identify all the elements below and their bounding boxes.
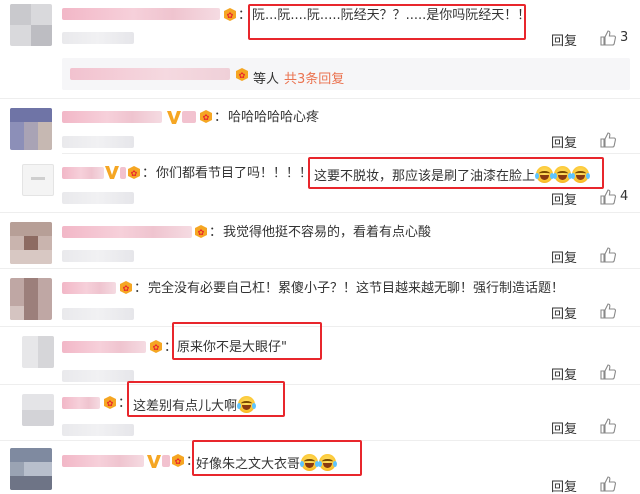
- thumbs-up-icon[interactable]: [600, 189, 616, 205]
- level-icon: ✿: [150, 340, 162, 353]
- like-count: 3: [620, 30, 629, 45]
- timestamp: [62, 250, 134, 262]
- username[interactable]: [62, 226, 192, 238]
- level-icon: ✿: [128, 166, 140, 179]
- reply-button[interactable]: 回复: [551, 30, 577, 49]
- username[interactable]: [62, 455, 144, 467]
- username[interactable]: [62, 397, 100, 409]
- summary-prefix: 等人: [253, 72, 280, 87]
- timestamp: [62, 370, 134, 382]
- view-replies-link[interactable]: 共3条回复: [284, 68, 344, 87]
- verified-badge-icon: [147, 455, 161, 468]
- colon: ：: [209, 225, 223, 240]
- level-icon: ✿: [224, 8, 236, 21]
- level-icon: ✿: [104, 396, 116, 409]
- colon: ：: [142, 166, 156, 181]
- comment-text: 哈哈哈哈哈心疼: [228, 110, 320, 125]
- timestamp: [62, 308, 134, 320]
- highlight-box: [308, 157, 604, 189]
- like-count: 4: [620, 189, 629, 204]
- thumbs-up-icon[interactable]: [600, 364, 616, 380]
- timestamp: [62, 136, 134, 148]
- reply-button[interactable]: 回复: [551, 364, 577, 383]
- svg-text:✿: ✿: [107, 399, 114, 408]
- verified-badge-icon: [167, 111, 181, 124]
- highlight-box: [127, 381, 285, 417]
- level-icon: ✿: [120, 281, 132, 294]
- divider: [0, 212, 640, 213]
- reply-button[interactable]: 回复: [551, 189, 577, 208]
- level-icon: ✿: [195, 225, 207, 238]
- avatar[interactable]: [22, 164, 54, 196]
- level-icon: ✿: [172, 454, 184, 467]
- timestamp: [62, 192, 134, 204]
- comment-text-prefix: 你们都看节目了吗！！！！: [156, 166, 313, 181]
- reply-button[interactable]: 回复: [551, 476, 577, 494]
- comment-text: 我觉得他挺不容易的，看着有点心酸: [223, 225, 432, 240]
- username-suffix[interactable]: [162, 455, 170, 467]
- username[interactable]: [62, 341, 146, 353]
- avatar[interactable]: [10, 108, 52, 150]
- avatar[interactable]: [10, 4, 52, 46]
- username[interactable]: [62, 282, 116, 294]
- username[interactable]: [62, 111, 162, 123]
- colon: ：: [214, 110, 228, 125]
- username[interactable]: [62, 167, 104, 179]
- svg-text:✿: ✿: [239, 71, 246, 80]
- thumbs-up-icon[interactable]: [600, 418, 616, 434]
- divider: [0, 268, 640, 269]
- reply-button[interactable]: 回复: [551, 132, 577, 151]
- timestamp: [62, 32, 134, 44]
- avatar[interactable]: [10, 448, 52, 490]
- avatar[interactable]: [22, 394, 54, 426]
- divider: [0, 384, 640, 385]
- highlight-box: [248, 4, 526, 40]
- avatar[interactable]: [10, 278, 52, 320]
- svg-text:✿: ✿: [227, 11, 234, 20]
- comment-text: 完全没有必要自己杠！累傻小子？！这节目越来越无聊！强行制造话题！: [148, 281, 565, 296]
- level-icon: ✿: [236, 68, 248, 81]
- divider: [62, 153, 640, 154]
- svg-text:✿: ✿: [203, 113, 210, 122]
- username-suffix[interactable]: [182, 111, 196, 123]
- reply-button[interactable]: 回复: [551, 303, 577, 322]
- thumbs-up-icon[interactable]: [600, 476, 616, 492]
- replier-names: [70, 68, 230, 80]
- level-icon: ✿: [200, 110, 212, 123]
- username[interactable]: [62, 8, 220, 20]
- thumbs-up-icon[interactable]: [600, 247, 616, 263]
- colon: ：: [134, 281, 148, 296]
- svg-text:✿: ✿: [153, 343, 160, 352]
- timestamp: [62, 424, 134, 436]
- divider: [0, 98, 640, 99]
- thumbs-up-icon[interactable]: [600, 132, 616, 148]
- highlight-box: [192, 440, 362, 476]
- thumbs-up-icon[interactable]: [600, 303, 616, 319]
- svg-text:✿: ✿: [123, 284, 130, 293]
- reply-button[interactable]: 回复: [551, 247, 577, 266]
- svg-text:✿: ✿: [131, 169, 138, 178]
- thumbs-up-icon[interactable]: [600, 30, 616, 46]
- svg-text:✿: ✿: [198, 228, 205, 237]
- verified-badge-icon: [105, 166, 119, 179]
- avatar[interactable]: [22, 336, 54, 368]
- reply-button[interactable]: 回复: [551, 418, 577, 437]
- avatar[interactable]: [10, 222, 52, 264]
- svg-text:✿: ✿: [175, 457, 182, 466]
- highlight-box: [172, 322, 322, 360]
